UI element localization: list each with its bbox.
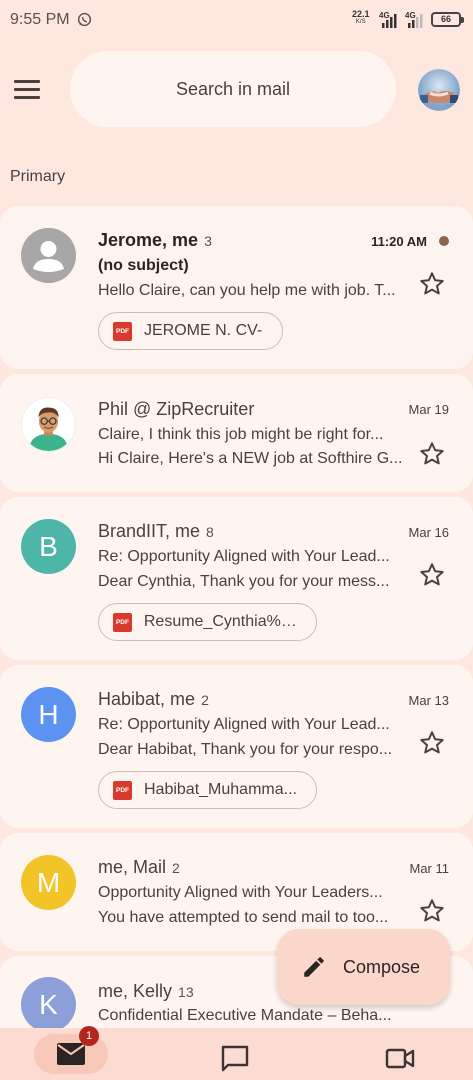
sender-avatar bbox=[21, 228, 76, 283]
email-row[interactable]: B BrandIIT, me 8 Mar 16 Re: Opportunity A… bbox=[0, 497, 473, 660]
email-subject: Opportunity Aligned with Your Leaders... bbox=[98, 884, 383, 901]
email-snippet: You have attempted to send mail to too..… bbox=[98, 909, 389, 926]
sender-name: Jerome, me 3 bbox=[98, 230, 212, 251]
pdf-icon: PDF bbox=[113, 780, 132, 800]
sender-name: me, Kelly 13 bbox=[98, 981, 194, 1002]
menu-icon[interactable] bbox=[14, 80, 40, 100]
attachment-name: JEROME N. CV- bbox=[144, 322, 263, 339]
sender-avatar: M bbox=[21, 855, 76, 910]
email-subject: Re: Opportunity Aligned with Your Lead..… bbox=[98, 548, 390, 565]
email-date: Mar 16 bbox=[408, 525, 449, 540]
star-icon[interactable] bbox=[418, 897, 446, 925]
signal-label: 4G bbox=[405, 11, 416, 20]
attachment-chip[interactable]: PDF Habibat_Muhamma... bbox=[98, 771, 317, 809]
sender-name: Habibat, me 2 bbox=[98, 689, 209, 710]
signal-label: 4G bbox=[379, 11, 390, 20]
sender-text: me, Kelly bbox=[98, 981, 173, 1001]
star-icon[interactable] bbox=[418, 729, 446, 757]
email-row[interactable]: Jerome, me 3 11:20 AM (no subject) Hello … bbox=[0, 206, 473, 369]
mail-icon bbox=[57, 1043, 85, 1065]
unread-indicator bbox=[439, 236, 449, 246]
email-date: Mar 19 bbox=[408, 402, 449, 417]
chat-icon bbox=[221, 1045, 249, 1072]
email-date: Mar 13 bbox=[408, 693, 449, 708]
email-subject: (no subject) bbox=[98, 257, 189, 274]
thread-count: 2 bbox=[201, 692, 209, 708]
email-snippet: Dear Cynthia, Thank you for your mess... bbox=[98, 573, 390, 590]
star-icon[interactable] bbox=[418, 270, 446, 298]
nav-chat-tab[interactable] bbox=[220, 1045, 250, 1078]
sender-text: me, Mail bbox=[98, 857, 167, 877]
attachment-chip[interactable]: PDF JEROME N. CV- bbox=[98, 312, 283, 350]
sender-name: Phil @ ZipRecruiter bbox=[98, 399, 254, 420]
sender-avatar: H bbox=[21, 687, 76, 742]
pencil-icon bbox=[304, 957, 324, 977]
email-row[interactable]: H Habibat, me 2 Mar 13 Re: Opportunity Al… bbox=[0, 665, 473, 828]
compose-label: Compose bbox=[343, 956, 421, 977]
sender-text: Habibat, me bbox=[98, 689, 196, 709]
sender-text: Jerome, me bbox=[98, 230, 199, 250]
sender-text: BrandIIT, me bbox=[98, 521, 201, 541]
pdf-icon: PDF bbox=[113, 612, 132, 632]
thread-count: 13 bbox=[178, 984, 194, 1000]
pdf-icon: PDF bbox=[113, 321, 132, 341]
email-subject: Claire, I think this job might be right … bbox=[98, 426, 384, 443]
email-date: 11:20 AM bbox=[371, 234, 427, 249]
sender-text: Phil @ ZipRecruiter bbox=[98, 399, 255, 419]
email-subject: Confidential Executive Mandate – Beha... bbox=[98, 1007, 392, 1024]
sender-name: BrandIIT, me 8 bbox=[98, 521, 214, 542]
network-speed-unit: K/S bbox=[355, 19, 366, 25]
account-avatar[interactable] bbox=[418, 69, 460, 111]
nav-meet-tab[interactable] bbox=[385, 1047, 415, 1076]
star-icon[interactable] bbox=[418, 561, 446, 589]
search-bar[interactable]: Search in mail bbox=[70, 51, 396, 127]
sender-avatar: K bbox=[21, 977, 76, 1032]
compose-button[interactable]: Compose bbox=[277, 929, 450, 1005]
unread-badge: 1 bbox=[79, 1026, 99, 1046]
section-label: Primary bbox=[10, 168, 66, 185]
email-date: Mar 11 bbox=[409, 861, 450, 876]
nav-mail-tab[interactable]: 1 bbox=[34, 1026, 108, 1074]
email-row[interactable]: Phil @ ZipRecruiter Mar 19 Claire, I thi… bbox=[0, 374, 473, 492]
video-icon bbox=[385, 1048, 415, 1069]
signal-icon: 4G bbox=[405, 11, 427, 34]
attachment-name: Habibat_Muhamma... bbox=[144, 781, 297, 798]
search-placeholder: Search in mail bbox=[175, 78, 291, 99]
email-subject: Re: Opportunity Aligned with Your Lead..… bbox=[98, 716, 390, 733]
thread-count: 8 bbox=[206, 524, 214, 540]
email-snippet: Hi Claire, Here's a NEW job at Softhire … bbox=[98, 450, 403, 467]
thread-count: 3 bbox=[204, 233, 212, 249]
email-snippet: Hello Claire, can you help me with job. … bbox=[98, 282, 396, 299]
signal-icon: 4G bbox=[379, 11, 401, 34]
star-icon[interactable] bbox=[418, 440, 446, 468]
email-snippet: Dear Habibat, Thank you for your respo..… bbox=[98, 741, 393, 758]
network-speed: 22.1 K/S bbox=[352, 10, 370, 26]
status-time: 9:55 PM bbox=[10, 11, 70, 28]
bottom-nav: 1 bbox=[0, 1026, 473, 1080]
status-bar: 9:55 PM 22.1 K/S 4G 4G 66 bbox=[0, 0, 473, 40]
attachment-chip[interactable]: PDF Resume_Cynthia%2... bbox=[98, 603, 317, 641]
sender-avatar: B bbox=[21, 519, 76, 574]
sender-name: me, Mail 2 bbox=[98, 857, 180, 878]
thread-count: 2 bbox=[172, 860, 180, 876]
sender-avatar bbox=[21, 397, 76, 452]
whatsapp-icon bbox=[77, 12, 92, 32]
battery-icon: 66 bbox=[431, 12, 464, 27]
attachment-name: Resume_Cynthia%2... bbox=[143, 613, 302, 630]
